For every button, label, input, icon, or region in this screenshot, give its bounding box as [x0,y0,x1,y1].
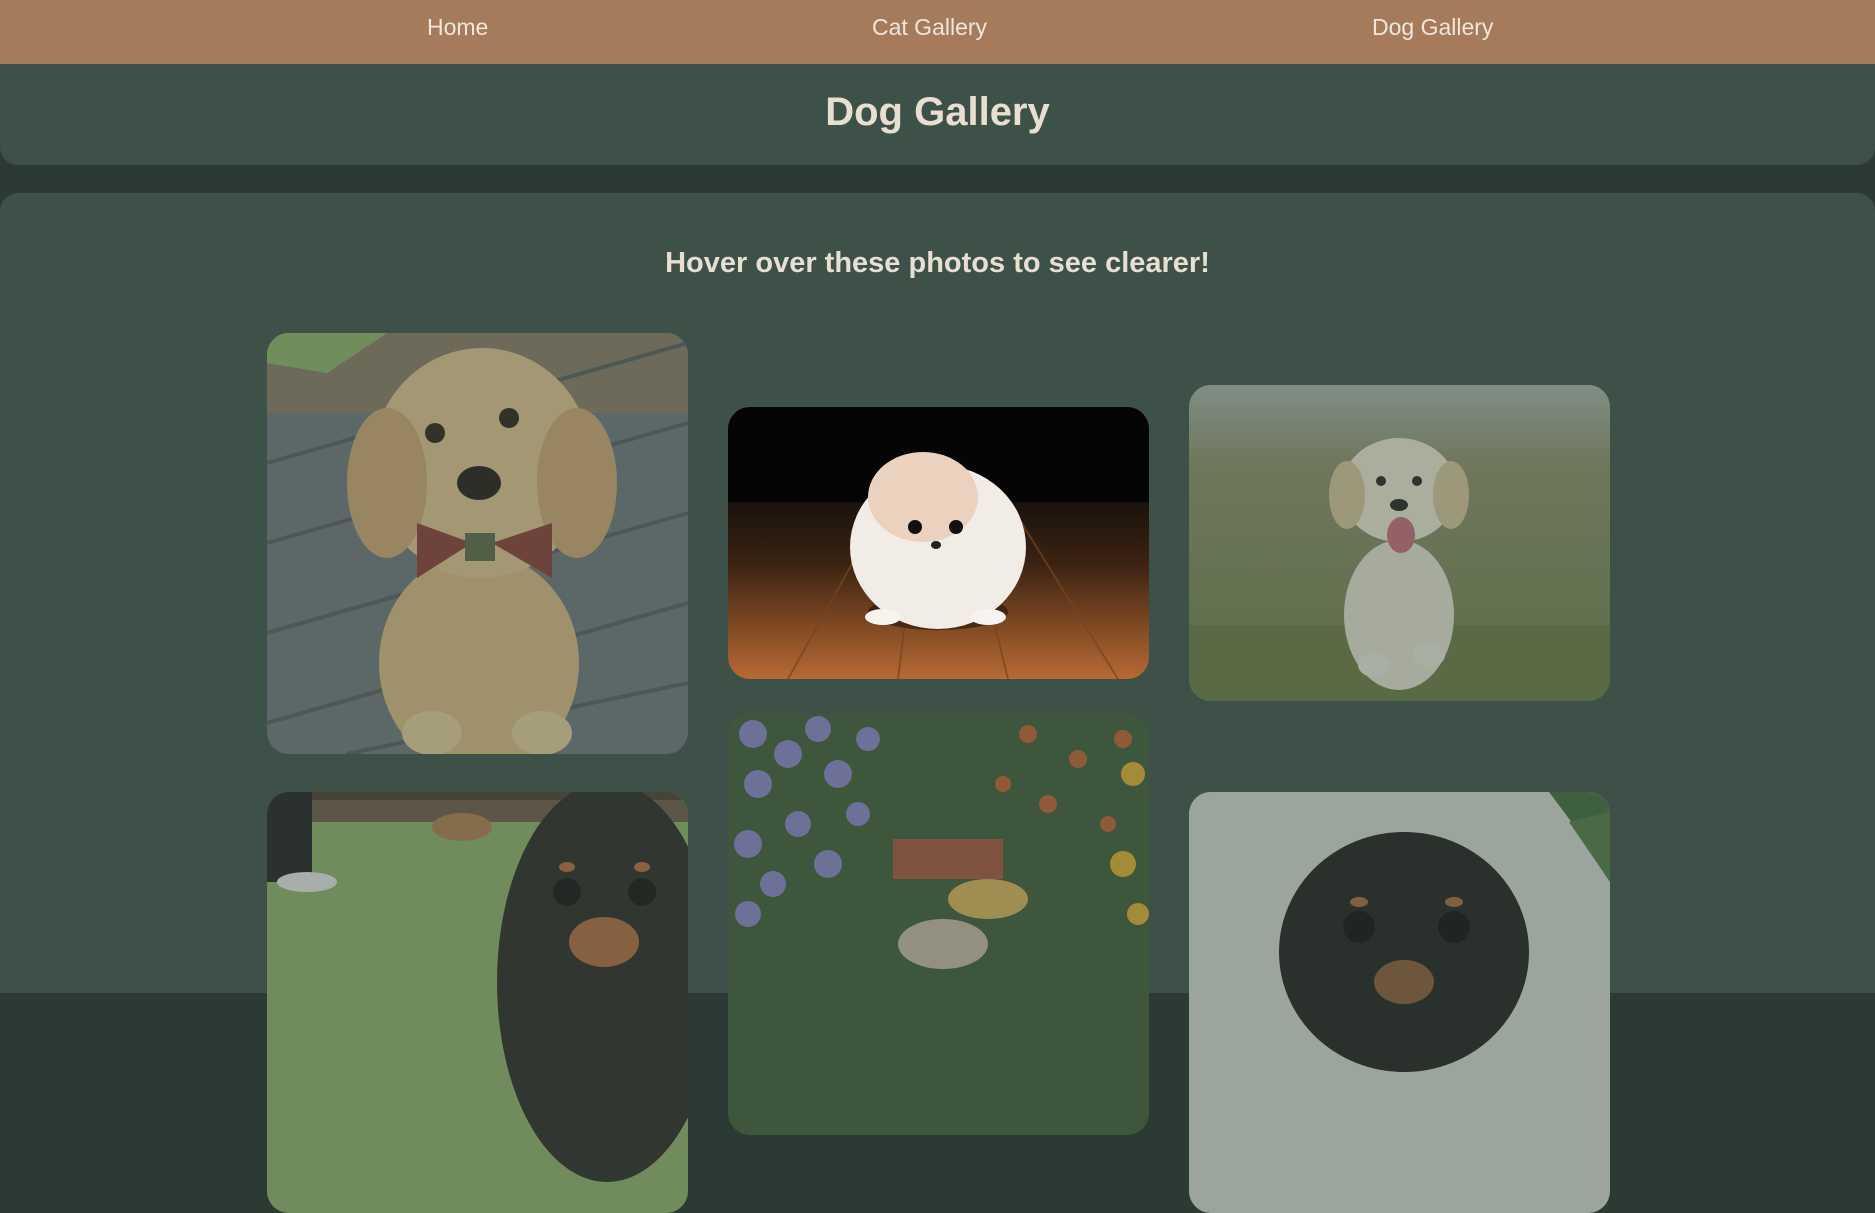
photo-white-pomeranian[interactable] [728,407,1149,679]
photo-dim-overlay [728,714,1149,1135]
nav-link-cat-gallery[interactable]: Cat Gallery [872,14,987,41]
photo-puppy-among-flowers[interactable] [728,714,1149,1135]
photo-dim-overlay [1189,385,1610,701]
top-nav: Home Cat Gallery Dog Gallery [0,0,1875,64]
photo-black-dachshund[interactable] [1189,792,1610,1213]
page-title: Dog Gallery [825,90,1050,134]
page-header: Dog Gallery [0,64,1875,165]
nav-link-home[interactable]: Home [427,14,488,41]
gallery-heading: Hover over these photos to see clearer! [665,247,1210,279]
photo-golden-puppy-running[interactable] [1189,385,1610,701]
nav-link-dog-gallery[interactable]: Dog Gallery [1372,14,1493,41]
photo-dim-overlay [267,333,688,754]
photo-dim-overlay [728,407,1149,679]
photo-golden-puppy-bowtie[interactable] [267,333,688,754]
photo-dim-overlay [267,792,688,1213]
photo-dachshund-on-lawn[interactable] [267,792,688,1213]
photo-dim-overlay [1189,792,1610,1213]
